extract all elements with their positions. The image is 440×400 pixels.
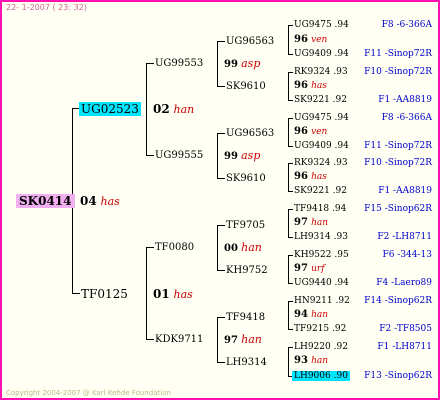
- gen3-info: 00 han: [224, 241, 262, 254]
- gen5-pedigree: F1 -LH8711: [377, 342, 432, 352]
- root-entry[interactable]: SK0414: [16, 194, 75, 208]
- gen4-info: 96 ven: [294, 34, 328, 45]
- gen4-info: 93 han: [294, 355, 329, 366]
- gen5-entry[interactable]: UG9409 .94: [294, 139, 349, 153]
- dam-entry[interactable]: TF0125: [81, 287, 128, 301]
- gen3-ring[interactable]: KDK9711: [155, 333, 203, 347]
- root-info: 04 has: [80, 194, 120, 209]
- gen5-pedigree: F2 -LH8711: [377, 232, 432, 242]
- gen5-entry[interactable]: TF9215 .92: [294, 322, 346, 336]
- gen5-pedigree: F8 -6-366A: [381, 20, 432, 30]
- gen4-ring[interactable]: TF9418: [226, 311, 265, 325]
- gen4-info: 96 has: [294, 171, 327, 182]
- gen3-info: 97 han: [224, 333, 262, 346]
- gen5-pedigree: F11 -Sinop72R: [364, 49, 432, 59]
- gen4-info: 97 han: [294, 217, 329, 228]
- gen5-pedigree: F1 -AA8819: [378, 95, 432, 105]
- gen5-entry[interactable]: LH9220 .92: [294, 340, 348, 354]
- pedigree-frame: { "header": {"text": "22- 1-2007 ( 23: 3…: [0, 0, 440, 400]
- sire-label: han: [173, 103, 195, 116]
- gen3-ring[interactable]: UG99553: [155, 57, 203, 71]
- gen4-info: 96 ven: [294, 126, 328, 137]
- timestamp: 22- 1-2007 ( 23: 32): [6, 3, 87, 12]
- gen5-entry[interactable]: TF9418 .94: [294, 202, 346, 216]
- dam-label: has: [173, 288, 193, 301]
- copyright: Copyright 2004-2007 @ Karl Kehde Foundat…: [6, 389, 171, 397]
- gen5-entry[interactable]: UG9409 .94: [294, 47, 349, 61]
- gen4-ring[interactable]: LH9314: [226, 356, 267, 370]
- sire-entry[interactable]: UG02523: [79, 102, 141, 116]
- dam-info: 01 has: [153, 287, 193, 302]
- gen5-pedigree: F6 -344-13: [382, 250, 432, 260]
- gen3-ring[interactable]: UG99555: [155, 149, 203, 163]
- gen3-info: 99 asp: [224, 149, 261, 162]
- sire-year: 02: [153, 102, 170, 116]
- gen5-pedigree: F11 -Sinop72R: [364, 141, 432, 151]
- sire-ring[interactable]: UG02523: [79, 102, 141, 116]
- gen4-ring[interactable]: SK9610: [226, 80, 266, 94]
- gen3-info: 99 asp: [224, 57, 261, 70]
- gen3-ring[interactable]: TF0080: [155, 241, 194, 255]
- gen5-entry[interactable]: RK9324 .93: [294, 156, 348, 170]
- gen5-entry[interactable]: LH9314 .93: [294, 230, 348, 244]
- gen4-ring[interactable]: TF9705: [226, 219, 265, 233]
- root-label: has: [100, 195, 120, 208]
- dam-ring[interactable]: TF0125: [81, 287, 128, 301]
- gen4-info: 97 urf: [294, 263, 325, 274]
- gen4-info: 94 han: [294, 309, 329, 320]
- gen4-ring[interactable]: KH9752: [226, 264, 268, 278]
- gen5-entry[interactable]: KH9522 .95: [294, 248, 349, 262]
- root-year: 04: [80, 194, 97, 208]
- gen4-ring[interactable]: UG96563: [226, 35, 274, 49]
- gen4-ring[interactable]: SK9610: [226, 172, 266, 186]
- gen5-entry-highlighted[interactable]: LH9006 .90: [292, 369, 350, 383]
- gen5-entry[interactable]: RK9324 .93: [294, 65, 348, 79]
- gen4-info: 96 has: [294, 80, 327, 91]
- gen5-pedigree: F15 -Sinop62R: [364, 204, 432, 214]
- gen5-entry[interactable]: SK9221 .92: [294, 93, 347, 107]
- gen5-pedigree: F8 -6-366A: [381, 113, 432, 123]
- gen5-pedigree: F1 -AA8819: [378, 186, 432, 196]
- gen5-pedigree: F10 -Sinop72R: [364, 158, 432, 168]
- root-ring[interactable]: SK0414: [16, 194, 75, 208]
- gen4-ring[interactable]: UG96563: [226, 127, 274, 141]
- gen5-pedigree: F4 -Laero89: [376, 278, 432, 288]
- gen5-entry[interactable]: UG9475 .94: [294, 18, 349, 32]
- gen5-entry[interactable]: UG9475 .94: [294, 111, 349, 125]
- gen5-pedigree: F14 -Sinop62R: [364, 296, 432, 306]
- gen5-entry[interactable]: SK9221 .92: [294, 184, 347, 198]
- gen5-pedigree: F13 -Sinop62R: [364, 371, 432, 381]
- gen5-entry[interactable]: UG9440 .94: [294, 276, 349, 290]
- gen5-pedigree: F10 -Sinop72R: [364, 67, 432, 77]
- gen5-pedigree: F2 -TF8505: [379, 324, 432, 334]
- sire-info: 02 han: [153, 102, 194, 117]
- gen5-entry[interactable]: HN9211 .92: [294, 294, 350, 308]
- dam-year: 01: [153, 287, 170, 301]
